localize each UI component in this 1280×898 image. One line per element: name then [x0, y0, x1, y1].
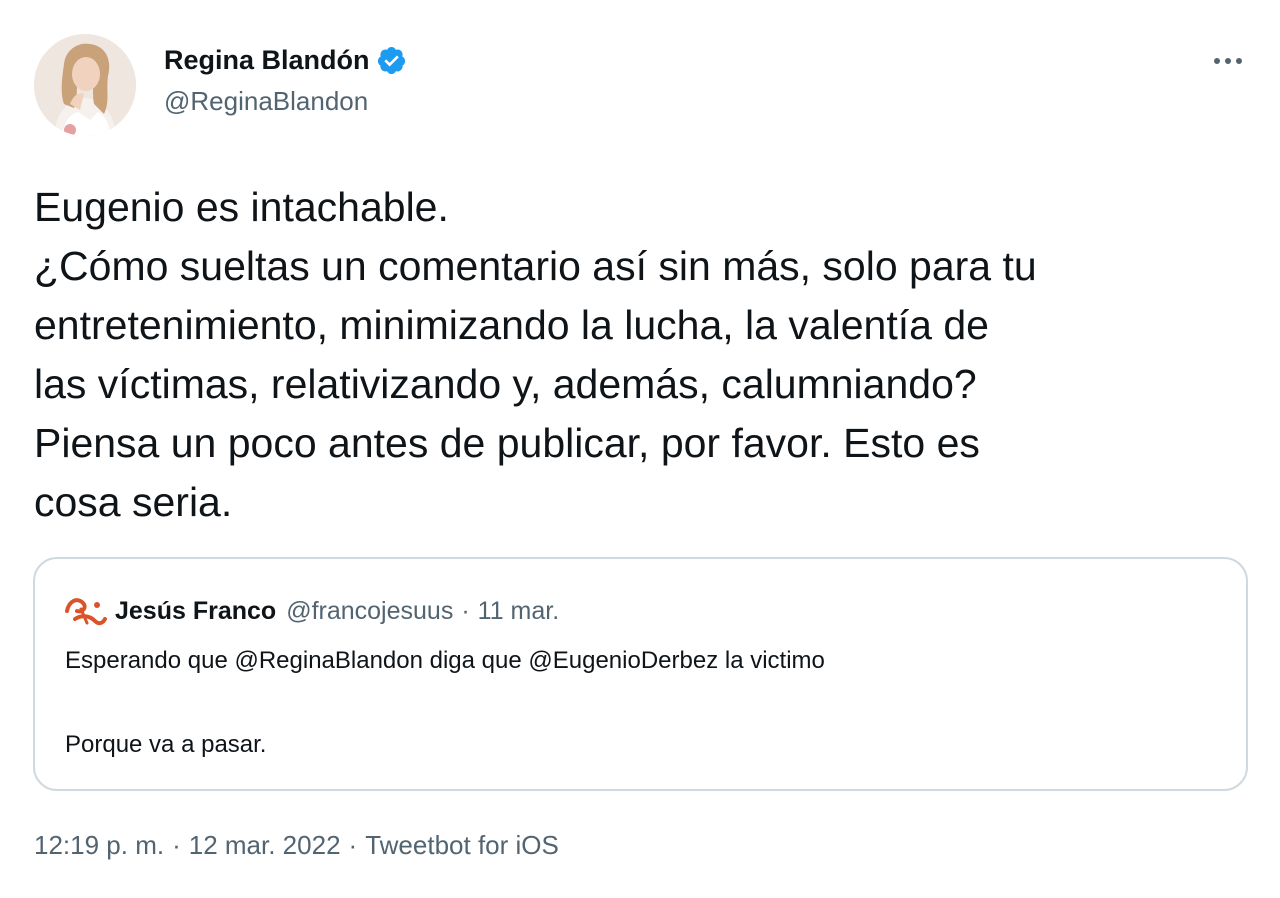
tweet-text-line: Eugenio es intachable.: [34, 184, 449, 230]
tweet-text-line: cosa seria.: [34, 479, 233, 525]
tweet-date[interactable]: 12 mar. 2022: [189, 830, 341, 861]
quoted-text-line: Esperando que @ReginaBlandon diga que @E…: [65, 647, 825, 674]
quoted-text-line: Porque va a pasar.: [65, 731, 267, 758]
quoted-tweet-header: Jesús Franco @francojesuus · 11 mar.: [63, 589, 559, 633]
more-dots-icon: [1214, 58, 1242, 64]
quoted-author-avatar[interactable]: [63, 589, 107, 633]
quoted-author-handle[interactable]: @francojesuus: [286, 597, 453, 626]
tweet-meta: 12:19 p. m. · 12 mar. 2022 · Tweetbot fo…: [34, 830, 559, 861]
tweet-source: Tweetbot for iOS: [365, 830, 559, 860]
tweet-text-line: entretenimiento, minimizando la lucha, l…: [34, 302, 989, 348]
quoted-author-name[interactable]: Jesús Franco: [115, 597, 276, 626]
tweet-text-line: ¿Cómo sueltas un comentario así sin más,…: [34, 243, 1037, 289]
tweet-text-line: las víctimas, relativizando y, además, c…: [34, 361, 977, 407]
author-display-name[interactable]: Regina Blandón: [164, 45, 370, 76]
avatar-image: [34, 34, 136, 136]
quoted-separator: ·: [461, 596, 470, 625]
author-name-row: Regina Blandón: [164, 42, 407, 78]
tweet-time[interactable]: 12:19 p. m.: [34, 830, 164, 861]
more-options-button[interactable]: [1208, 46, 1248, 76]
tweet-text-line: Piensa un poco antes de publicar, por fa…: [34, 420, 980, 466]
quoted-date[interactable]: 11 mar.: [478, 597, 560, 626]
quoted-tweet-card[interactable]: Jesús Franco @francojesuus · 11 mar. Esp…: [33, 557, 1248, 791]
tweet-card: Regina Blandón @ReginaBlandon Eugenio es…: [0, 0, 1280, 898]
verified-badge-icon: [376, 45, 407, 76]
tweet-text: Eugenio es intachable. ¿Cómo sueltas un …: [34, 178, 1264, 532]
author-handle[interactable]: @ReginaBlandon: [164, 86, 368, 117]
meta-separator: ·: [348, 830, 358, 860]
meta-separator: ·: [172, 830, 181, 860]
author-avatar[interactable]: [34, 34, 136, 136]
